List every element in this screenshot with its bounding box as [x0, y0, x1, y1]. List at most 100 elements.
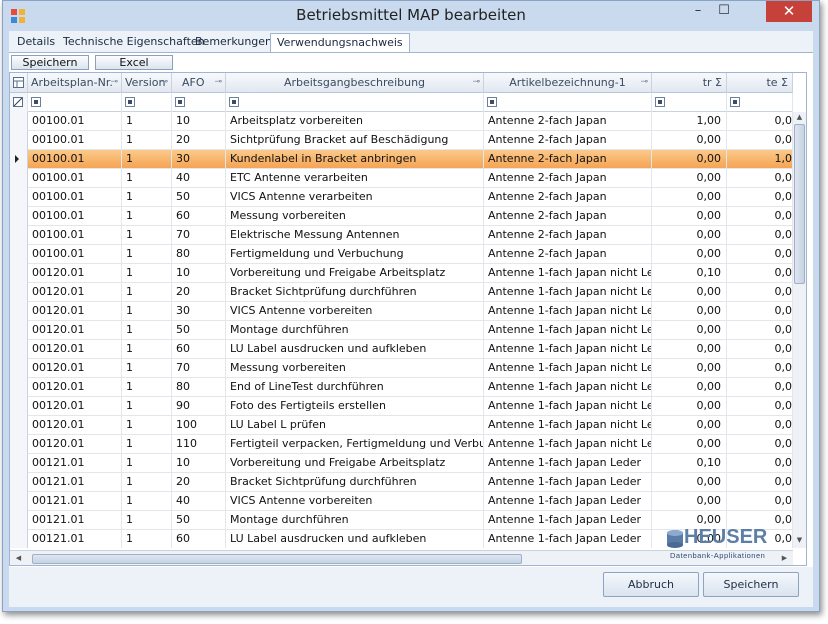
- cell-arbeitsplan[interactable]: 00100.01: [28, 207, 122, 226]
- cell-arbeitsgang[interactable]: Bracket Sichtprüfung durchführen: [226, 473, 484, 492]
- row-indicator[interactable]: [10, 511, 28, 530]
- filter-icon[interactable]: [31, 97, 41, 107]
- pin-icon[interactable]: ⊸: [472, 73, 480, 92]
- col-header-afo[interactable]: AFO ⊸: [172, 73, 226, 93]
- cell-afo[interactable]: 10: [172, 112, 226, 131]
- cell-version[interactable]: 1: [122, 321, 172, 340]
- filter-icon[interactable]: [655, 97, 665, 107]
- cell-arbeitsgang[interactable]: LU Label L prüfen: [226, 416, 484, 435]
- cell-afo[interactable]: 90: [172, 397, 226, 416]
- row-indicator[interactable]: [10, 340, 28, 359]
- cell-version[interactable]: 1: [122, 530, 172, 548]
- cell-arbeitsplan[interactable]: 00100.01: [28, 188, 122, 207]
- cell-version[interactable]: 1: [122, 302, 172, 321]
- cell-arbeitsplan[interactable]: 00100.01: [28, 245, 122, 264]
- close-button[interactable]: ✕: [766, 1, 812, 22]
- filter-artikel[interactable]: [484, 93, 652, 112]
- cell-arbeitsplan[interactable]: 00100.01: [28, 169, 122, 188]
- minimize-button[interactable]: –: [685, 1, 711, 22]
- cell-artikel[interactable]: Antenne 1-fach Japan Leder: [484, 492, 652, 511]
- row-indicator[interactable]: [10, 150, 28, 169]
- cell-arbeitsplan[interactable]: 00100.01: [28, 112, 122, 131]
- filter-icon[interactable]: [730, 97, 740, 107]
- tab-verwendungsnachweis[interactable]: Verwendungsnachweis: [270, 33, 410, 53]
- cell-version[interactable]: 1: [122, 245, 172, 264]
- cell-tr[interactable]: 0,00: [652, 435, 727, 454]
- tab-technische-eigenschaften[interactable]: Technische Eigenschaften: [57, 33, 211, 52]
- cell-arbeitsgang[interactable]: Messung vorbereiten: [226, 359, 484, 378]
- cell-artikel[interactable]: Antenne 2-fach Japan: [484, 245, 652, 264]
- table-row[interactable]: 00121.01 1 20 Bracket Sichtprüfung durchfüh…: [10, 473, 793, 492]
- cell-arbeitsgang[interactable]: ETC Antenne verarbeiten: [226, 169, 484, 188]
- row-indicator[interactable]: [10, 112, 28, 131]
- cell-te[interactable]: 0,0: [727, 283, 793, 302]
- cell-tr[interactable]: 0,00: [652, 340, 727, 359]
- cell-version[interactable]: 1: [122, 112, 172, 131]
- cell-arbeitsplan[interactable]: 00121.01: [28, 454, 122, 473]
- cell-te[interactable]: 0,0: [727, 207, 793, 226]
- cell-arbeitsgang[interactable]: VICS Antenne verarbeiten: [226, 188, 484, 207]
- cell-afo[interactable]: 40: [172, 492, 226, 511]
- cell-tr[interactable]: 0,00: [652, 378, 727, 397]
- cell-arbeitsplan[interactable]: 00120.01: [28, 340, 122, 359]
- cell-afo[interactable]: 40: [172, 169, 226, 188]
- row-indicator[interactable]: [10, 378, 28, 397]
- cell-arbeitsplan[interactable]: 00120.01: [28, 283, 122, 302]
- table-row[interactable]: 00100.01 1 40 ETC Antenne verarbeiten Antenn…: [10, 169, 793, 188]
- cell-arbeitsgang[interactable]: VICS Antenne vorbereiten: [226, 302, 484, 321]
- cell-arbeitsgang[interactable]: LU Label ausdrucken und aufkleben: [226, 530, 484, 548]
- scroll-down-icon[interactable]: ▼: [795, 536, 804, 545]
- cancel-button[interactable]: Abbruch: [603, 572, 699, 597]
- cell-version[interactable]: 1: [122, 150, 172, 169]
- cell-te[interactable]: 0,0: [727, 359, 793, 378]
- scroll-up-icon[interactable]: ▲: [795, 113, 804, 122]
- row-indicator[interactable]: [10, 188, 28, 207]
- pin-icon[interactable]: ⊸: [214, 73, 222, 92]
- cell-version[interactable]: 1: [122, 435, 172, 454]
- cell-tr[interactable]: 0,00: [652, 226, 727, 245]
- row-indicator[interactable]: [10, 397, 28, 416]
- cell-te[interactable]: 1,0: [727, 150, 793, 169]
- row-indicator[interactable]: [10, 283, 28, 302]
- filter-icon[interactable]: [487, 97, 497, 107]
- cell-afo[interactable]: 50: [172, 188, 226, 207]
- cell-arbeitsplan[interactable]: 00120.01: [28, 321, 122, 340]
- cell-version[interactable]: 1: [122, 416, 172, 435]
- table-row[interactable]: 00100.01 1 20 Sichtprüfung Bracket auf Besc…: [10, 131, 793, 150]
- table-row[interactable]: 00100.01 1 70 Elektrische Messung Antennen A…: [10, 226, 793, 245]
- cell-version[interactable]: 1: [122, 283, 172, 302]
- filter-arbeitsgang[interactable]: [226, 93, 484, 112]
- cell-te[interactable]: 0,0: [727, 226, 793, 245]
- table-row[interactable]: 00120.01 1 60 LU Label ausdrucken und aufkl…: [10, 340, 793, 359]
- table-row[interactable]: 00120.01 1 10 Vorbereitung und Freigabe Arb…: [10, 264, 793, 283]
- table-row[interactable]: 00120.01 1 50 Montage durchführen Antenne 1-…: [10, 321, 793, 340]
- cell-tr[interactable]: 0,00: [652, 359, 727, 378]
- cell-artikel[interactable]: Antenne 2-fach Japan: [484, 150, 652, 169]
- cell-artikel[interactable]: Antenne 1-fach Japan nicht Leder: [484, 416, 652, 435]
- cell-arbeitsgang[interactable]: Montage durchführen: [226, 321, 484, 340]
- cell-tr[interactable]: 0,00: [652, 207, 727, 226]
- cell-te[interactable]: 0,0: [727, 435, 793, 454]
- cell-version[interactable]: 1: [122, 378, 172, 397]
- cell-afo[interactable]: 20: [172, 283, 226, 302]
- cell-version[interactable]: 1: [122, 207, 172, 226]
- cell-artikel[interactable]: Antenne 2-fach Japan: [484, 188, 652, 207]
- pin-icon[interactable]: ⊸: [160, 73, 168, 92]
- cell-version[interactable]: 1: [122, 226, 172, 245]
- row-indicator[interactable]: [10, 264, 28, 283]
- cell-afo[interactable]: 80: [172, 245, 226, 264]
- cell-te[interactable]: 0,0: [727, 397, 793, 416]
- cell-te[interactable]: 0,0: [727, 169, 793, 188]
- cell-arbeitsplan[interactable]: 00121.01: [28, 492, 122, 511]
- cell-version[interactable]: 1: [122, 454, 172, 473]
- cell-arbeitsplan[interactable]: 00120.01: [28, 302, 122, 321]
- vertical-scrollbar[interactable]: ▲ ▼: [793, 112, 806, 548]
- cell-arbeitsgang[interactable]: Fertigteil verpacken, Fertigmeldung und …: [226, 435, 484, 454]
- col-header-arbeitsplan[interactable]: Arbeitsplan-Nr. ⊸: [28, 73, 122, 93]
- cell-te[interactable]: 0,0: [727, 378, 793, 397]
- pin-icon[interactable]: ⊸: [110, 73, 118, 92]
- cell-arbeitsgang[interactable]: Bracket Sichtprüfung durchführen: [226, 283, 484, 302]
- cell-artikel[interactable]: Antenne 1-fach Japan Leder: [484, 454, 652, 473]
- cell-artikel[interactable]: Antenne 1-fach Japan Leder: [484, 473, 652, 492]
- table-row[interactable]: 00120.01 1 70 Messung vorbereiten Antenne 1-…: [10, 359, 793, 378]
